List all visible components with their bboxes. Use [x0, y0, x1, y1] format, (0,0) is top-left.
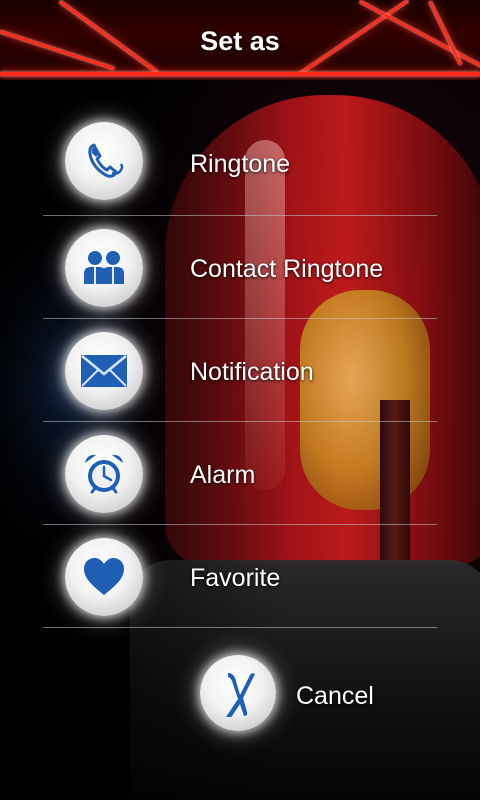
- title-divider: [0, 72, 480, 76]
- heart-icon: [82, 557, 126, 597]
- cancel-label: Cancel: [296, 682, 374, 710]
- cancel-button[interactable]: [200, 655, 276, 731]
- title-bar: Set as: [0, 0, 480, 80]
- menu-item-label: Alarm: [190, 461, 256, 489]
- menu-item-label: Favorite: [190, 564, 281, 592]
- favorite-button[interactable]: [65, 538, 143, 616]
- alarm-button[interactable]: [65, 435, 143, 513]
- phone-icon: [82, 139, 126, 183]
- cancel-row[interactable]: Cancel: [0, 655, 480, 735]
- x-icon: [216, 669, 260, 717]
- menu-item-label: Notification: [190, 358, 314, 386]
- menu-item-favorite[interactable]: Favorite: [0, 524, 480, 628]
- divider: [43, 627, 437, 628]
- menu-item-label: Contact Ringtone: [190, 255, 384, 283]
- menu-item-label: Ringtone: [190, 150, 291, 178]
- contacts-icon: [81, 248, 127, 288]
- dialog-title: Set as: [200, 26, 280, 56]
- menu-item-notification[interactable]: Notification: [0, 318, 480, 422]
- ringtone-button[interactable]: [65, 122, 143, 200]
- menu-item-ringtone[interactable]: Ringtone: [0, 112, 480, 216]
- menu-item-alarm[interactable]: Alarm: [0, 421, 480, 525]
- alarm-clock-icon: [81, 451, 127, 497]
- envelope-icon: [80, 354, 128, 388]
- set-as-menu: Ringtone Contact Ringtone Notification A…: [0, 112, 480, 628]
- notification-button[interactable]: [65, 332, 143, 410]
- contact-ringtone-button[interactable]: [65, 229, 143, 307]
- menu-item-contact-ringtone[interactable]: Contact Ringtone: [0, 215, 480, 319]
